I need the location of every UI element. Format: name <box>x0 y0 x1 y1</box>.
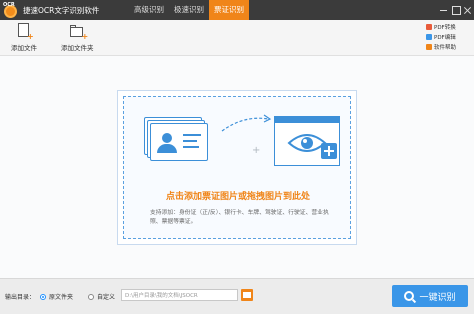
add-file-button[interactable]: + 添加文件 <box>11 23 37 53</box>
browse-folder-button[interactable] <box>241 289 253 301</box>
id-card-icon <box>150 123 208 161</box>
close-icon[interactable] <box>462 0 474 20</box>
bottom-bar: 输出目录： 原文件夹 自定义 一键识别 <box>0 278 474 314</box>
tab-advanced-ocr[interactable]: 高级识别 <box>129 0 169 20</box>
output-path-input[interactable] <box>121 289 238 301</box>
help-label: 软件帮助 <box>434 45 457 51</box>
help-link[interactable]: 软件帮助 <box>426 42 466 52</box>
pdf-convert-icon <box>426 24 432 30</box>
add-folder-button[interactable]: + 添加文件夹 <box>61 23 94 53</box>
output-dir-label: 输出目录： <box>5 294 36 301</box>
add-file-label: 添加文件 <box>11 44 37 52</box>
app-window: OCR 捷速OCR文字识别软件 高级识别 极速识别 票证识别 + 添加文件 + … <box>0 0 474 314</box>
drop-zone[interactable]: + 点击添加票证图片或拖拽图片到此处 支持添加：身份证（正/反）、银行卡、车牌、… <box>123 96 351 239</box>
plus-icon <box>321 143 337 159</box>
tab-fast-ocr[interactable]: 极速识别 <box>169 0 209 20</box>
magnifier-icon <box>404 291 415 301</box>
drop-zone-frame: + 点击添加票证图片或拖拽图片到此处 支持添加：身份证（正/反）、银行卡、车牌、… <box>117 90 357 245</box>
logo-text: OCR <box>3 2 15 8</box>
help-icon <box>426 44 432 50</box>
pdf-edit-icon <box>426 34 432 40</box>
pdf-edit-link[interactable]: PDF编辑 <box>426 32 466 42</box>
ocr-start-button[interactable]: 一键识别 <box>392 285 468 307</box>
radio-custom-label: 自定义 <box>97 294 116 301</box>
maximize-icon[interactable] <box>450 0 462 20</box>
radio-source-folder[interactable]: 原文件夹 <box>40 292 73 301</box>
radio-source-label: 原文件夹 <box>49 294 74 301</box>
crosshair-icon: + <box>252 145 261 156</box>
app-title: 捷速OCR文字识别软件 <box>23 5 100 15</box>
minimize-icon[interactable] <box>438 0 450 20</box>
radio-custom-dot[interactable] <box>88 293 94 300</box>
add-folder-label: 添加文件夹 <box>61 44 94 52</box>
drop-zone-title: 点击添加票证图片或拖拽图片到此处 <box>165 192 310 202</box>
pdf-edit-label: PDF编辑 <box>434 35 456 41</box>
title-bar: OCR 捷速OCR文字识别软件 高级识别 极速识别 票证识别 <box>0 0 474 20</box>
pdf-convert-label: PDF转换 <box>434 25 456 31</box>
drop-zone-description: 支持添加：身份证（正/反）、银行卡、车牌、驾驶证、行驶证、营业执照、票据等票证。 <box>150 210 329 225</box>
window-controls <box>438 0 474 20</box>
radio-custom-folder[interactable]: 自定义 <box>88 292 115 301</box>
arrow-icon <box>221 114 272 132</box>
side-links: PDF转换 PDF编辑 软件帮助 <box>426 22 466 52</box>
pdf-convert-link[interactable]: PDF转换 <box>426 22 466 32</box>
add-file-icon: + <box>17 23 34 41</box>
tab-ticket-ocr[interactable]: 票证识别 <box>209 0 249 20</box>
radio-source-dot[interactable] <box>40 293 46 300</box>
ocr-start-label: 一键识别 <box>419 292 456 303</box>
toolbar: + 添加文件 + 添加文件夹 <box>0 20 474 56</box>
add-folder-icon: + <box>69 23 88 41</box>
app-logo: OCR <box>3 2 19 18</box>
